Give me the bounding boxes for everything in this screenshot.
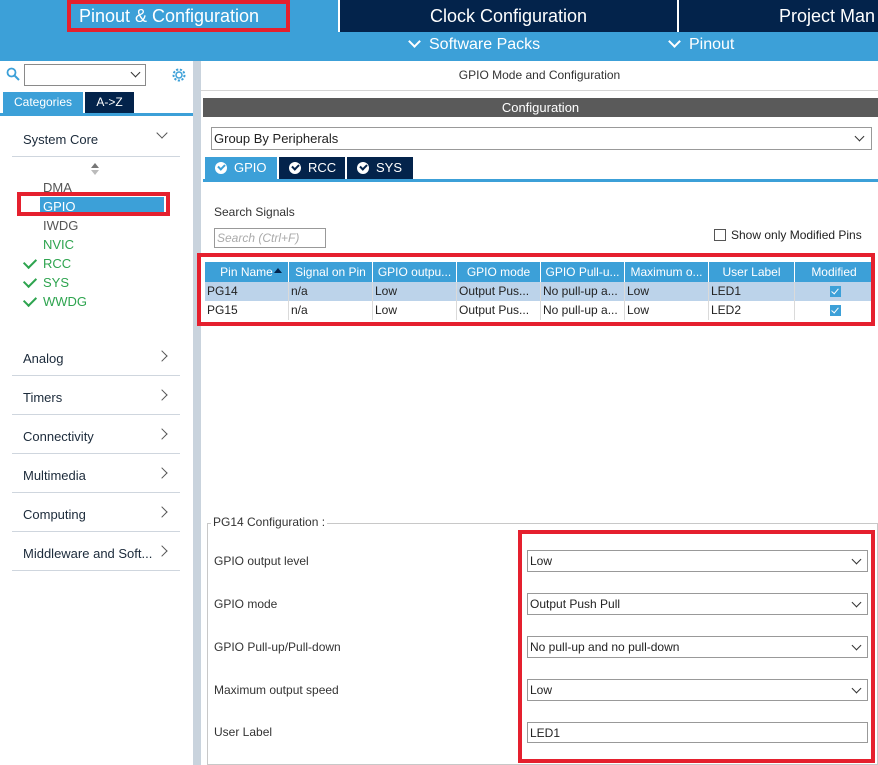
highlight-box-pin-table bbox=[197, 253, 875, 326]
highlight-box-pinout-tab bbox=[67, 0, 290, 32]
category-item-sys-label: SYS bbox=[43, 275, 70, 290]
section-computing-label: Computing bbox=[23, 507, 86, 522]
tab-sys-label: SYS bbox=[376, 160, 403, 175]
tab-clock-configuration-label: Clock Configuration bbox=[429, 6, 588, 26]
gpio-mode-label: GPIO mode bbox=[214, 597, 278, 611]
tab-gpio-label: GPIO bbox=[234, 160, 267, 175]
tab-a-z-label: A->Z bbox=[96, 95, 123, 109]
tab-sys[interactable]: SYS bbox=[347, 157, 413, 179]
tab-clock-configuration[interactable]: Clock Configuration bbox=[340, 0, 677, 32]
category-item-iwdg[interactable]: IWDG bbox=[43, 216, 78, 235]
category-item-nvic[interactable]: NVIC bbox=[43, 235, 74, 254]
category-item-sys[interactable]: SYS bbox=[43, 273, 69, 292]
sort-up-icon[interactable] bbox=[91, 163, 99, 168]
chevron-down-icon bbox=[130, 67, 141, 78]
categories-panel: Categories A->Z System Core DMA GPIO IWD… bbox=[0, 61, 193, 765]
show-modified-label: Show only Modified Pins bbox=[731, 228, 862, 242]
panel-splitter[interactable] bbox=[193, 61, 201, 765]
category-item-wwdg-label: WWDG bbox=[43, 294, 88, 309]
category-tab-underline bbox=[0, 113, 193, 116]
section-middleware-label: Middleware and Soft... bbox=[23, 546, 153, 561]
section-timers-label: Timers bbox=[23, 390, 63, 405]
section-multimedia-label: Multimedia bbox=[23, 468, 86, 483]
chevron-right-icon bbox=[156, 545, 168, 557]
chevron-right-icon bbox=[156, 428, 168, 440]
pinout-menu-label: Pinout bbox=[689, 36, 735, 53]
section-analog[interactable]: Analog bbox=[12, 338, 180, 376]
panel-title: GPIO Mode and Configuration bbox=[201, 61, 878, 91]
section-analog-label: Analog bbox=[23, 351, 64, 366]
tab-project-manager-label: Project Man bbox=[779, 6, 876, 26]
group-by-select[interactable]: Group By Peripherals bbox=[211, 127, 872, 150]
peripheral-tab-underline bbox=[203, 179, 878, 182]
chevron-down-icon bbox=[668, 35, 681, 48]
category-search-combo[interactable] bbox=[24, 64, 146, 86]
gpio-output-level-label: GPIO output level bbox=[214, 554, 309, 568]
section-system-core[interactable]: System Core bbox=[12, 119, 180, 157]
sub-menu-bar: Software Packs Pinout bbox=[0, 32, 878, 61]
tab-a-z[interactable]: A->Z bbox=[85, 92, 134, 113]
section-computing[interactable]: Computing bbox=[12, 494, 180, 532]
check-circle-icon bbox=[215, 162, 227, 174]
category-item-rcc[interactable]: RCC bbox=[43, 254, 71, 273]
section-timers[interactable]: Timers bbox=[12, 377, 180, 415]
search-icon[interactable] bbox=[6, 67, 20, 81]
chevron-down-icon bbox=[156, 127, 168, 139]
section-system-core-label: System Core bbox=[23, 132, 99, 147]
category-item-nvic-label: NVIC bbox=[43, 237, 75, 252]
chevron-right-icon bbox=[156, 467, 168, 479]
gear-icon[interactable] bbox=[170, 66, 188, 84]
tab-rcc-label: RCC bbox=[308, 160, 337, 175]
chevron-right-icon bbox=[156, 350, 168, 362]
gpio-pull-label: GPIO Pull-up/Pull-down bbox=[214, 640, 341, 654]
tab-categories-label: Categories bbox=[13, 95, 73, 109]
section-middleware[interactable]: Middleware and Soft... bbox=[12, 533, 180, 571]
tab-gpio[interactable]: GPIO bbox=[205, 157, 277, 179]
chevron-right-icon bbox=[156, 506, 168, 518]
max-output-speed-label: Maximum output speed bbox=[214, 683, 339, 697]
search-signals-input[interactable]: Search (Ctrl+F) bbox=[214, 228, 326, 248]
check-icon bbox=[22, 254, 38, 270]
check-icon bbox=[22, 273, 38, 289]
category-item-iwdg-label: IWDG bbox=[43, 218, 79, 233]
chevron-down-icon bbox=[854, 131, 865, 142]
pin-configuration-legend: PG14 Configuration : bbox=[211, 515, 328, 529]
section-connectivity-label: Connectivity bbox=[23, 429, 94, 444]
show-modified-checkbox[interactable] bbox=[714, 229, 726, 241]
section-connectivity[interactable]: Connectivity bbox=[12, 416, 180, 454]
configuration-header: Configuration bbox=[203, 98, 878, 117]
search-signals-label: Search Signals bbox=[214, 205, 295, 219]
check-circle-icon bbox=[357, 162, 369, 174]
tab-project-manager[interactable]: Project Man bbox=[679, 0, 878, 32]
group-by-value: Group By Peripherals bbox=[214, 131, 339, 146]
category-item-wwdg[interactable]: WWDG bbox=[43, 292, 87, 311]
pinout-menu[interactable]: Pinout bbox=[668, 35, 735, 54]
tab-rcc[interactable]: RCC bbox=[279, 157, 345, 179]
highlight-box-gpio bbox=[17, 192, 170, 216]
tab-categories[interactable]: Categories bbox=[3, 92, 83, 113]
check-circle-icon bbox=[289, 162, 301, 174]
software-packs-label: Software Packs bbox=[429, 36, 541, 53]
section-multimedia[interactable]: Multimedia bbox=[12, 455, 180, 493]
check-icon bbox=[22, 292, 38, 308]
chevron-down-icon bbox=[408, 35, 421, 48]
sort-down-icon[interactable] bbox=[91, 170, 99, 175]
chevron-right-icon bbox=[156, 389, 168, 401]
user-label-label: User Label bbox=[214, 725, 273, 739]
software-packs-menu[interactable]: Software Packs bbox=[408, 35, 541, 54]
highlight-box-pin-config bbox=[518, 530, 875, 763]
category-item-rcc-label: RCC bbox=[43, 256, 72, 271]
